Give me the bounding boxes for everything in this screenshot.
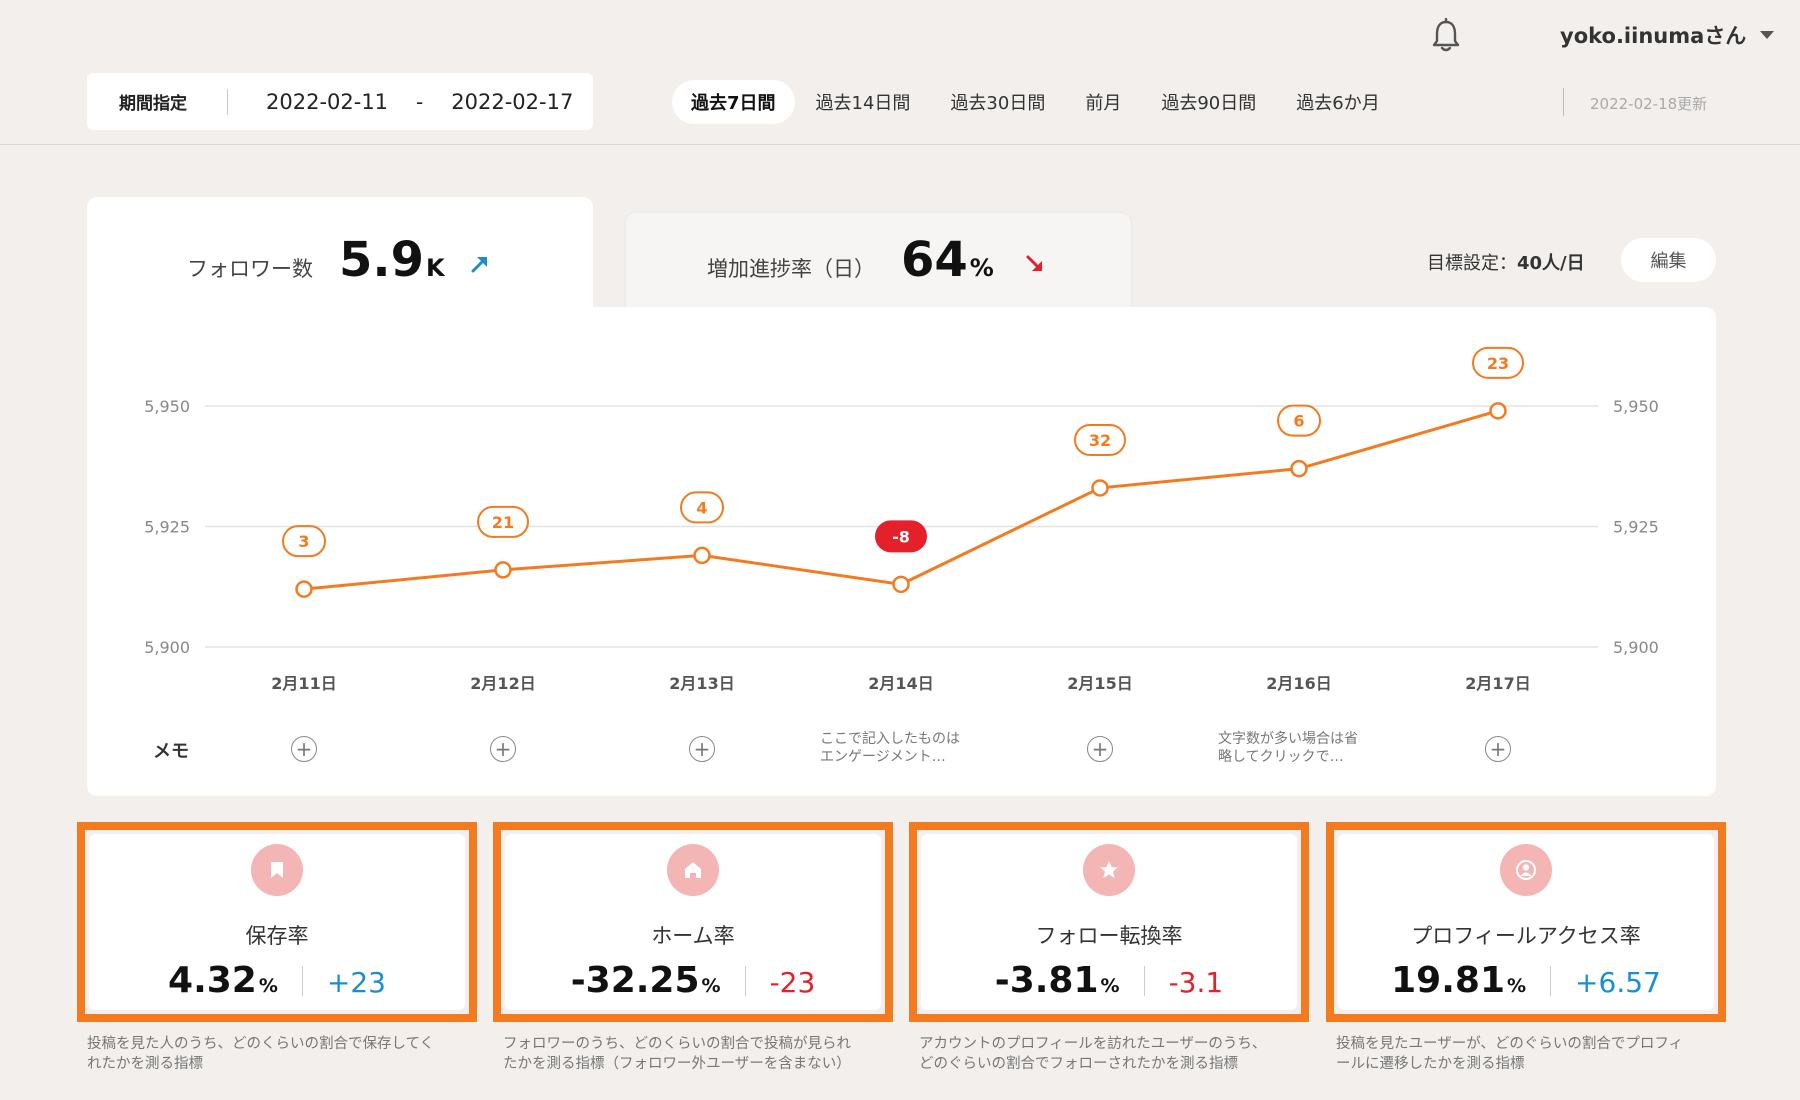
metric-description: フォロワーのうち、どのくらいの割合で投稿が見られ たかを測る指標（フォロワー外ユー… bbox=[503, 1034, 903, 1074]
metric-description-line: フォロワーのうち、どのくらいの割合で投稿が見られ bbox=[503, 1036, 851, 1052]
metric-unit: % bbox=[1507, 975, 1527, 997]
metric-card[interactable]: プロフィールアクセス率 19.81% +6.57 bbox=[1326, 822, 1726, 1022]
y-tick-label-right: 5,900 bbox=[1613, 638, 1659, 657]
x-tick-label: 2月15日 bbox=[1067, 674, 1132, 693]
data-label: 4 bbox=[696, 498, 707, 517]
metric-description-line: れたかを測る指標 bbox=[87, 1056, 203, 1072]
data-point bbox=[1290, 459, 1308, 478]
metric-value: -3.81 bbox=[994, 960, 1099, 1001]
y-tick-label-right: 5,925 bbox=[1613, 518, 1659, 537]
memo-note[interactable]: ここで記入したものは エンゲージメント… bbox=[820, 730, 1000, 766]
add-memo-icon[interactable]: + bbox=[291, 736, 317, 762]
data-point bbox=[1489, 402, 1507, 420]
memo-note[interactable]: 文字数が多い場合は省 略してクリックで… bbox=[1218, 730, 1398, 766]
metric-description-line: アカウントのプロフィールを訪れたユーザーのうち、 bbox=[919, 1036, 1267, 1052]
series-line bbox=[303, 409, 1499, 591]
metric-card-body: フォロー転換率 -3.81% -3.1 bbox=[921, 834, 1297, 1010]
metric-icon-badge bbox=[667, 844, 719, 896]
add-memo-icon[interactable]: + bbox=[689, 736, 715, 762]
memo-note-line: 文字数が多い場合は省 bbox=[1218, 731, 1358, 747]
data-label: 32 bbox=[1089, 431, 1111, 450]
metric-card[interactable]: 保存率 4.32% +23 bbox=[77, 822, 477, 1022]
data-label: 23 bbox=[1487, 354, 1509, 373]
metric-description-line: たかを測る指標（フォロワー外ユーザーを含まない） bbox=[503, 1056, 851, 1072]
metric-values: -3.81% -3.1 bbox=[921, 960, 1297, 1001]
metric-divider bbox=[1143, 965, 1145, 996]
metric-value: 19.81 bbox=[1391, 960, 1505, 1001]
metric-values: 19.81% +6.57 bbox=[1338, 960, 1714, 1001]
metric-description-line: 投稿を見たユーザーが、どのぐらいの割合でプロフィ bbox=[1336, 1036, 1684, 1052]
metric-description-line: どのぐらいの割合でフォローされたかを測る指標 bbox=[919, 1056, 1238, 1072]
metric-card-body: ホーム率 -32.25% -23 bbox=[505, 834, 881, 1010]
metric-card[interactable]: フォロー転換率 -3.81% -3.1 bbox=[909, 822, 1309, 1022]
y-tick-label-left: 5,950 bbox=[144, 397, 190, 416]
follower-line-chart: 5,900 5,900 5,925 5,925 5,950 5,950 3 2月11日 21 2月… bbox=[144, 346, 1659, 693]
metric-description: 投稿を見た人のうち、どのくらいの割合で保存してく れたかを測る指標 bbox=[87, 1034, 487, 1074]
x-tick-label: 2月11日 bbox=[271, 674, 336, 693]
data-point bbox=[1091, 479, 1109, 497]
add-memo-icon[interactable]: + bbox=[1087, 736, 1113, 762]
data-label: 3 bbox=[298, 532, 309, 551]
metric-description: 投稿を見たユーザーが、どのぐらいの割合でプロフィ ールに遷移したかを測る指標 bbox=[1336, 1034, 1736, 1074]
metric-delta: +23 bbox=[326, 966, 386, 999]
x-tick-label: 2月17日 bbox=[1465, 674, 1530, 693]
metric-unit: % bbox=[1100, 975, 1120, 997]
metric-delta: -23 bbox=[769, 966, 816, 999]
metric-value: -32.25 bbox=[570, 960, 700, 1001]
y-tick-label-left: 5,900 bbox=[144, 638, 190, 657]
home-icon bbox=[685, 862, 701, 878]
memo-note-line: エンゲージメント… bbox=[820, 749, 946, 765]
metric-card[interactable]: ホーム率 -32.25% -23 bbox=[493, 822, 893, 1022]
add-memo-icon[interactable]: + bbox=[490, 736, 516, 762]
metric-title: 保存率 bbox=[245, 924, 309, 948]
data-point bbox=[693, 546, 711, 565]
data-point bbox=[892, 575, 910, 594]
metric-description-line: 投稿を見た人のうち、どのくらいの割合で保存してく bbox=[87, 1036, 435, 1052]
metric-unit: % bbox=[258, 975, 278, 997]
y-tick-label-right: 5,950 bbox=[1613, 397, 1659, 416]
metric-description: アカウントのプロフィールを訪れたユーザーのうち、 どのぐらいの割合でフォローされた… bbox=[919, 1034, 1319, 1074]
metric-values: 4.32% +23 bbox=[89, 960, 465, 1001]
data-label: 21 bbox=[492, 513, 514, 532]
x-tick-label: 2月12日 bbox=[470, 674, 535, 693]
metric-icon-badge bbox=[251, 844, 303, 896]
metric-icon-badge bbox=[1083, 844, 1135, 896]
add-memo-icon[interactable]: + bbox=[1485, 736, 1511, 762]
memo-label: メモ bbox=[153, 741, 189, 762]
metric-card-body: プロフィールアクセス率 19.81% +6.57 bbox=[1338, 834, 1714, 1010]
data-point bbox=[494, 561, 512, 579]
data-label: 6 bbox=[1293, 412, 1304, 431]
metric-divider bbox=[744, 965, 746, 996]
x-tick-label: 2月13日 bbox=[669, 674, 734, 693]
metric-delta: -3.1 bbox=[1168, 966, 1224, 999]
metric-value: 4.32 bbox=[168, 960, 257, 1001]
memo-note-line: ここで記入したものは bbox=[820, 731, 960, 747]
metric-description-line: ールに遷移したかを測る指標 bbox=[1336, 1056, 1525, 1072]
metric-divider bbox=[301, 965, 303, 996]
user-icon bbox=[1516, 860, 1536, 880]
data-point bbox=[295, 580, 313, 598]
memo-note-line: 略してクリックで… bbox=[1218, 749, 1344, 765]
metric-title: ホーム率 bbox=[651, 924, 735, 948]
x-tick-label: 2月14日 bbox=[868, 674, 933, 693]
metric-values: -32.25% -23 bbox=[505, 960, 881, 1001]
metric-divider bbox=[1550, 965, 1552, 996]
metric-title: プロフィールアクセス率 bbox=[1411, 924, 1641, 948]
star-icon bbox=[1100, 861, 1118, 878]
metric-unit: % bbox=[701, 975, 721, 997]
bookmark-icon bbox=[271, 862, 283, 878]
y-tick-label-left: 5,925 bbox=[144, 518, 190, 537]
data-label: -8 bbox=[892, 527, 910, 546]
metric-title: フォロー転換率 bbox=[1035, 924, 1183, 948]
x-tick-label: 2月16日 bbox=[1266, 674, 1331, 693]
metric-delta: +6.57 bbox=[1575, 966, 1661, 999]
metric-card-body: 保存率 4.32% +23 bbox=[89, 834, 465, 1010]
metric-icon-badge bbox=[1500, 844, 1552, 896]
